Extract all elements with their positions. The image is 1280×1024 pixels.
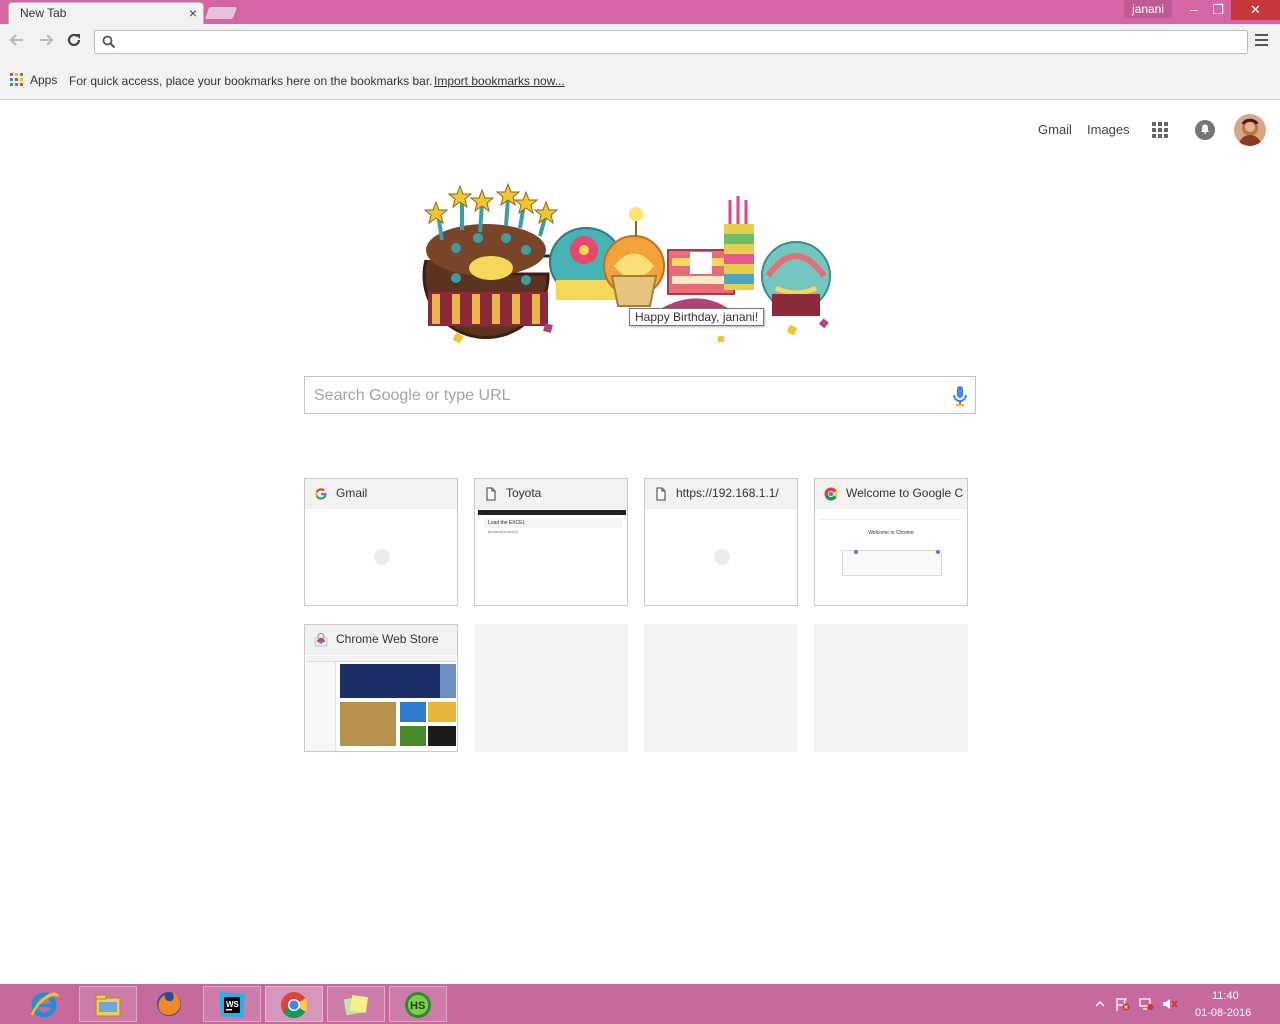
volume-muted-icon[interactable] [1162,997,1178,1011]
images-link[interactable]: Images [1087,122,1130,137]
profile-name-button[interactable]: janani [1124,0,1172,18]
clock-time[interactable]: 11:40 [1212,990,1239,1002]
tile-thumbnail [306,510,456,605]
tile-header: https://192.168.1.1/ [645,479,797,509]
thumbnail-heading: Load the EXCEL [488,520,526,526]
restore-button[interactable]: ❐ [1204,0,1232,20]
show-hidden-icons-chevron-icon[interactable] [1092,997,1108,1011]
tab-close-icon[interactable]: × [189,4,197,22]
tile-title: Welcome to Google Chrome [846,486,964,500]
tile-chrome-web-store[interactable]: Chrome Web Store [304,624,458,752]
tile-thumbnail [306,656,456,751]
tile-header: Welcome to Google Chrome [815,479,967,509]
forward-arrow-icon[interactable] [36,32,56,52]
google-g-icon [315,488,327,500]
chrome-menu-icon[interactable] [1254,34,1270,50]
tile-thumbnail [646,510,796,605]
chrome-taskbar-icon[interactable] [265,986,323,1022]
page-icon [656,487,666,501]
reload-icon[interactable] [64,32,84,52]
windows-taskbar: WS HS [0,984,1280,1024]
tile-toyota[interactable]: Toyota Load the EXCEL javascript:void(0) [474,478,628,606]
doodle-tooltip: Happy Birthday, janani! [629,308,765,326]
page-icon [486,487,496,501]
svg-text:HS: HS [410,1000,425,1012]
webstore-icon [314,633,328,647]
internet-explorer-icon[interactable] [16,986,74,1022]
tile-title: Gmail [336,486,368,500]
tile-header: Toyota [475,479,627,509]
tile-title: https://192.168.1.1/ [676,486,779,500]
tile-header: Gmail [305,479,457,509]
account-avatar[interactable] [1234,114,1266,146]
tile-welcome-chrome[interactable]: Welcome to Google Chrome Welcome to Chro… [814,478,968,606]
back-arrow-icon[interactable] [7,32,27,52]
browser-toolbar [0,24,1280,60]
gmail-link[interactable]: Gmail [1038,122,1072,137]
loading-placeholder [374,549,390,565]
tile-title: Chrome Web Store [336,632,439,646]
apps-grid-icon[interactable] [10,73,24,87]
search-icon [102,35,116,49]
hotspot-shield-icon[interactable]: HS [389,986,447,1022]
tile-empty [644,624,798,752]
tab-title: New Tab [20,6,67,20]
microphone-icon[interactable] [950,384,970,408]
thumbnail-line: javascript:void(0) [488,529,519,534]
sticky-notes-icon[interactable] [327,986,385,1022]
tile-title: Toyota [506,486,542,500]
bookmarks-bar: Apps For quick access, place your bookma… [0,60,1280,100]
import-bookmarks-link[interactable]: Import bookmarks now... [434,74,565,88]
tile-gmail[interactable]: Gmail [304,478,458,606]
tile-router[interactable]: https://192.168.1.1/ [644,478,798,606]
omnibox[interactable] [94,30,1248,54]
omnibox-input[interactable] [123,33,1233,51]
apps-shortcut[interactable]: Apps [30,73,57,87]
clock-date[interactable]: 01-08-2016 [1195,1007,1251,1019]
tile-empty [474,624,628,752]
file-explorer-icon[interactable] [79,986,137,1022]
close-window-button[interactable]: ✕ [1231,0,1280,20]
search-box[interactable] [304,376,976,414]
thumbnail-heading: Welcome to Chrome [868,530,914,536]
tab-new-tab[interactable]: New Tab × [8,2,204,24]
title-bar: New Tab × janani – ❐ ✕ [0,0,1280,24]
loading-placeholder [714,549,730,565]
tile-thumbnail: Welcome to Chrome [816,510,966,605]
chrome-icon [824,487,838,501]
network-icon[interactable] [1138,997,1154,1011]
bookmarks-hint: For quick access, place your bookmarks h… [69,74,433,88]
search-input[interactable] [314,385,934,407]
tile-header: Chrome Web Store [305,625,457,655]
firefox-icon[interactable] [141,986,199,1022]
action-center-flag-icon[interactable] [1114,997,1130,1011]
new-tab-button[interactable] [203,6,239,20]
notifications-bell-icon[interactable] [1195,120,1215,140]
tile-empty [814,624,968,752]
svg-text:WS: WS [226,1000,240,1009]
google-apps-icon[interactable] [1152,122,1168,138]
webstorm-icon[interactable]: WS [203,986,261,1022]
tile-thumbnail: Load the EXCEL javascript:void(0) [476,510,626,605]
